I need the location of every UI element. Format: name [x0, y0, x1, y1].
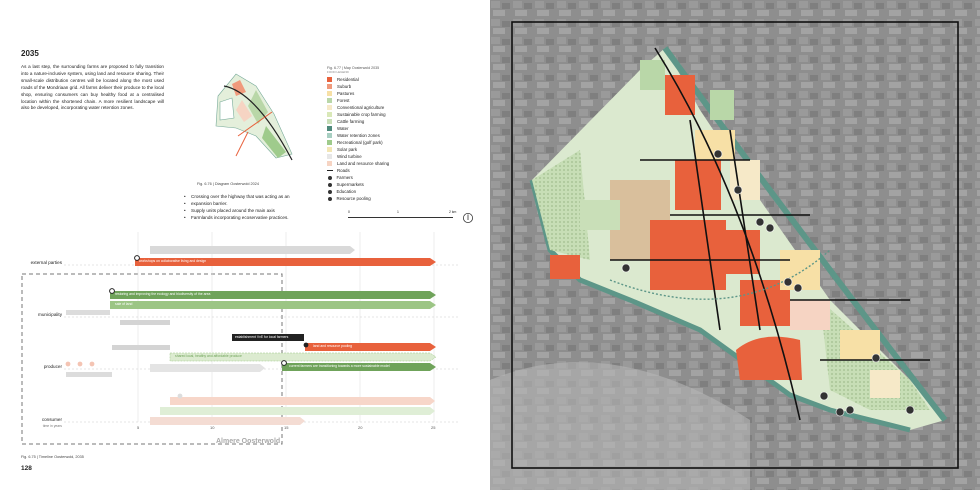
map-legend: Fig. 6.77 | Map Oosterwold 2035 FOOD LEG…	[327, 66, 389, 202]
legend-item: Water	[327, 125, 389, 132]
left-page: 2035 As a last step, the surrounding far…	[0, 0, 490, 490]
legend-swatch	[327, 182, 332, 187]
legend-label: Pastures	[337, 91, 355, 96]
legend-label: Farmers	[336, 175, 353, 180]
right-page-map	[490, 0, 980, 490]
consumer-sub-label: time in years	[42, 424, 62, 428]
legend-swatch	[327, 189, 332, 194]
legend-swatch	[327, 84, 332, 89]
year-heading: 2035	[21, 49, 39, 58]
legend-label: Education	[336, 189, 357, 194]
legend-swatch	[327, 161, 332, 166]
legend-label: Conventional agriculture	[337, 105, 385, 110]
legend-item: Pastures	[327, 90, 389, 97]
tick-label: 15	[284, 425, 289, 430]
legend-label: Wind turbine	[337, 154, 362, 159]
legend-item: Cattle farming	[327, 118, 389, 125]
legend-label: Supermarkets	[336, 182, 364, 187]
legend-item: Roads	[327, 167, 389, 174]
legend-swatch	[327, 154, 332, 159]
bar-label: land and resource pooling	[313, 344, 353, 348]
bar-label: workshops on collaborative living and de…	[139, 259, 207, 263]
legend-swatch	[327, 91, 332, 96]
north-arrow-icon	[463, 213, 473, 223]
legend-label: Roads	[337, 168, 350, 173]
legend-item: Conventional agriculture	[327, 104, 389, 111]
legend-heading: FOOD LEGEND	[327, 70, 349, 74]
scale-bar: 0 1 2 km	[348, 210, 458, 220]
timeline-chart	[21, 232, 460, 445]
oosterwold-diagram	[215, 73, 293, 161]
legend-item: Sustainable crop farming	[327, 111, 389, 118]
bar-label: current farmers are transitioning toward…	[289, 364, 390, 368]
legend-swatch	[327, 147, 332, 152]
legend-label: Sustainable crop farming	[337, 112, 386, 117]
bar-label: establishment VvE for local farmers	[235, 335, 289, 339]
row-label-producer: producer	[43, 364, 62, 369]
page-number: 128	[21, 465, 32, 472]
bar-label: sale of land	[115, 302, 133, 306]
legend-swatch	[327, 170, 333, 171]
oosterwold-map-2035	[490, 0, 980, 490]
bullet-item: Crossing over the highway that was actin…	[184, 193, 290, 200]
legend-swatch	[327, 98, 332, 103]
legend-label: Land and resource sharing	[337, 161, 390, 166]
legend-label: Cattle farming	[337, 119, 365, 124]
legend-item: Suburb	[327, 83, 389, 90]
legend-item: Water retention zones	[327, 132, 389, 139]
legend-item: Resource pooling	[327, 195, 389, 202]
legend-item: Education	[327, 188, 389, 195]
legend-swatch	[327, 133, 332, 138]
legend-swatch	[327, 140, 332, 145]
bullet-list: Crossing over the highway that was actin…	[184, 193, 290, 221]
bullet-item: expansion barrier.	[184, 200, 290, 207]
legend-item: Solar park	[327, 146, 389, 153]
legend-label: Recreational (golf park)	[337, 140, 383, 145]
timeline-caption: Fig. 6.75 | Timeline Oosterwold, 2035	[21, 455, 84, 459]
legend-item: Land and resource sharing	[327, 160, 389, 167]
row-label-municipality: municipality	[38, 312, 62, 317]
legend-item: Supermarkets	[327, 181, 389, 188]
legend-swatch	[327, 77, 332, 82]
scale-end: 2 km	[449, 210, 457, 214]
row-label-external: external parties	[30, 260, 62, 265]
intro-paragraph: As a last step, the surrounding farms ar…	[21, 64, 164, 111]
legend-item: Wind turbine	[327, 153, 389, 160]
legend-label: Residential	[337, 77, 359, 82]
legend-label: Water retention zones	[337, 133, 380, 138]
tick-label: 5	[137, 425, 140, 430]
legend-item: Recreational (golf park)	[327, 139, 389, 146]
timeline-footer-label: Almere Oosterwold	[216, 438, 281, 445]
bar-label: restoring and improving the ecology and …	[115, 292, 211, 296]
row-label-consumer: consumer	[41, 417, 62, 422]
legend-list: Residential Suburb Pastures Forest Conventio…	[327, 76, 389, 202]
legend-item: Residential	[327, 76, 389, 83]
bar-label: shared local, healthy and affordable pro…	[175, 354, 242, 358]
diagram-caption: Fig. 6.76 | Diagram Oosterwold 2024	[197, 182, 259, 186]
legend-label: Suburb	[337, 84, 352, 89]
legend-label: Forest	[337, 98, 350, 103]
scale-start: 0	[348, 210, 350, 214]
legend-swatch	[327, 175, 332, 180]
legend-swatch	[327, 196, 332, 201]
tick-label: 25	[431, 425, 436, 430]
legend-label: Water	[337, 126, 349, 131]
legend-swatch	[327, 126, 332, 131]
legend-item: Forest	[327, 97, 389, 104]
legend-item: Farmers	[327, 174, 389, 181]
tick-label: 20	[358, 425, 363, 430]
legend-label: Solar park	[337, 147, 358, 152]
legend-swatch	[327, 119, 332, 124]
legend-label: Resource pooling	[336, 196, 371, 201]
legend-swatch	[327, 112, 332, 117]
scale-mid: 1	[397, 210, 399, 214]
legend-swatch	[327, 105, 332, 110]
bullet-item: Farmlands incorporating ecoservative pra…	[184, 214, 290, 221]
bullet-item: Supply units placed around the main axis	[184, 207, 290, 214]
tick-label: 10	[210, 425, 215, 430]
